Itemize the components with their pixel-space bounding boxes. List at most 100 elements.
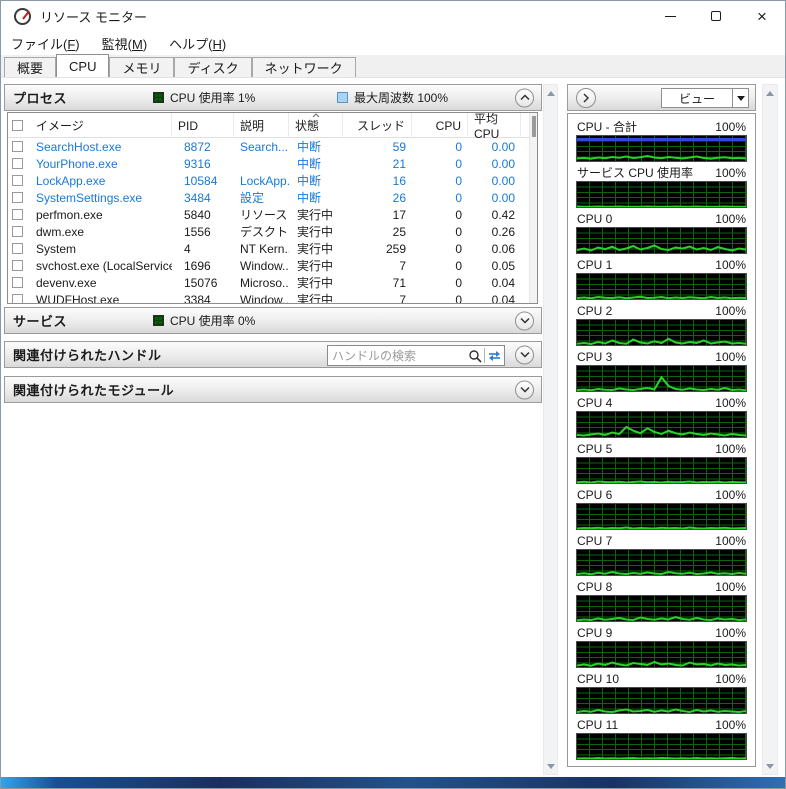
cpu-usage-graph (576, 319, 747, 346)
row-checkbox[interactable] (12, 192, 23, 203)
cell-image: dwm.exe (30, 225, 172, 239)
table-row[interactable]: devenv.exe15076Microso...実行中7100.04 (8, 274, 537, 291)
cell-threads: 7 (343, 293, 412, 305)
cell-status: 実行中 (289, 257, 343, 274)
scroll-down-button[interactable] (544, 758, 557, 774)
row-checkbox[interactable] (12, 260, 23, 271)
row-checkbox[interactable] (12, 141, 23, 152)
tab-CPU[interactable]: CPU (56, 54, 109, 77)
cpu-graph-unit: CPU 2100% (576, 302, 747, 346)
column-header-image[interactable]: イメージ (30, 113, 172, 138)
triangle-up-icon (547, 91, 555, 96)
menu-item-2[interactable]: ヘルプ(H) (169, 34, 226, 53)
modules-section-header[interactable]: 関連付けられたモジュール (4, 376, 542, 403)
table-row[interactable]: perfmon.exe5840リソースと...実行中1700.42 (8, 206, 537, 223)
cell-cpu: 0 (412, 259, 468, 273)
cell-threads: 7 (343, 259, 412, 273)
cpu-usage-graph (576, 641, 747, 668)
view-button[interactable]: ビュー (661, 88, 749, 108)
cell-image: svchost.exe (LocalService -p) (30, 259, 172, 273)
graph-title: CPU 1 (577, 258, 612, 272)
cpu-trace (577, 136, 746, 161)
row-checkbox[interactable] (12, 226, 23, 237)
graph-label-row: CPU 8100% (576, 578, 747, 595)
minimize-button[interactable] (647, 1, 693, 31)
maximize-button[interactable] (693, 1, 739, 31)
cell-desc: Window... (234, 259, 289, 273)
graphs-scrollbar[interactable] (762, 84, 778, 775)
select-all-checkbox[interactable] (12, 120, 23, 131)
search-icon[interactable] (468, 349, 482, 363)
scroll-down-button[interactable] (763, 758, 777, 774)
graph-title: CPU 4 (577, 396, 612, 410)
table-row[interactable]: YourPhone.exe9316中断2100.00 (8, 155, 537, 172)
graph-scale-label: 100% (715, 488, 746, 502)
table-row[interactable]: WUDFHost.exe3384Window...実行中700.04 (8, 291, 537, 304)
row-checkbox[interactable] (12, 158, 23, 169)
column-header-threads[interactable]: スレッド (343, 113, 412, 138)
tab-メモリ[interactable]: メモリ (109, 57, 174, 77)
column-header-pid[interactable]: PID (172, 113, 234, 138)
table-row[interactable]: svchost.exe (LocalService -p)1696Window.… (8, 257, 537, 274)
cell-threads: 17 (343, 208, 412, 222)
process-collapse-button[interactable] (515, 88, 534, 107)
process-section-header[interactable]: プロセス CPU 使用率 1% 最大周波数 100% (4, 84, 542, 111)
cell-pid: 5840 (172, 208, 234, 222)
services-section-header[interactable]: サービス CPU 使用率 0% (4, 307, 542, 334)
table-row[interactable]: SearchHost.exe8872Search...中断5900.00 (8, 138, 537, 155)
process-table-scrollbar-thumb[interactable] (532, 116, 536, 137)
cell-pid: 3384 (172, 293, 234, 305)
row-checkbox-cell (8, 243, 30, 254)
services-expand-button[interactable] (515, 311, 534, 330)
tab-ディスク[interactable]: ディスク (174, 57, 251, 77)
search-divider (484, 348, 485, 363)
table-row[interactable]: SystemSettings.exe3484設定中断2600.00 (8, 189, 537, 206)
row-checkbox[interactable] (12, 209, 23, 220)
column-header-status[interactable]: 状態 (289, 113, 343, 138)
cell-pid: 4 (172, 242, 234, 256)
row-checkbox[interactable] (12, 277, 23, 288)
row-checkbox[interactable] (12, 175, 23, 186)
graph-label-row: CPU 1100% (576, 256, 747, 273)
handle-search-input[interactable] (328, 349, 468, 363)
row-checkbox[interactable] (12, 294, 23, 304)
graphs-panel-collapse-button[interactable] (576, 88, 596, 108)
chevron-down-icon (520, 387, 530, 393)
graph-label-row: CPU 9100% (576, 624, 747, 641)
close-button[interactable]: × (739, 1, 785, 31)
table-row[interactable]: LockApp.exe10584LockApp...中断1600.00 (8, 172, 537, 189)
menu-item-0[interactable]: ファイル(F) (11, 34, 80, 53)
cell-image: LockApp.exe (30, 174, 172, 188)
tab-概要[interactable]: 概要 (4, 57, 56, 77)
cell-threads: 16 (343, 174, 412, 188)
graph-title: サービス CPU 使用率 (577, 164, 693, 181)
cell-cpu: 0 (412, 140, 468, 154)
menu-item-1[interactable]: 監視(M) (102, 34, 148, 53)
view-dropdown-button[interactable] (732, 89, 748, 107)
refresh-search-icon[interactable] (487, 349, 502, 363)
handles-expand-button[interactable] (515, 345, 534, 364)
cell-avg: 0.00 (468, 191, 521, 205)
cell-avg: 0.06 (468, 242, 521, 256)
left-pane-scrollbar[interactable] (543, 84, 558, 775)
handles-section-title: 関連付けられたハンドル (13, 345, 162, 364)
cell-avg: 0.04 (468, 276, 521, 290)
modules-expand-button[interactable] (515, 380, 534, 399)
row-checkbox[interactable] (12, 243, 23, 254)
column-header-avg[interactable]: 平均 CPU (468, 113, 521, 138)
column-header-cpu[interactable]: CPU (412, 113, 468, 138)
scroll-up-button[interactable] (763, 85, 777, 101)
column-header-desc[interactable]: 説明 (234, 113, 289, 138)
handles-section-header[interactable]: 関連付けられたハンドル (4, 341, 542, 368)
cell-pid: 10584 (172, 174, 234, 188)
table-row[interactable]: System4NT Kern...実行中25900.06 (8, 240, 537, 257)
blue-legend-icon (337, 92, 348, 103)
table-row[interactable]: dwm.exe1556デスクトッ...実行中2500.26 (8, 223, 537, 240)
cpu-usage-graph (576, 181, 747, 208)
cpu-graph-unit: CPU 10100% (576, 670, 747, 714)
services-section-title: サービス (13, 311, 67, 330)
cpu-trace (577, 734, 746, 759)
process-table-scrollbar[interactable] (529, 113, 537, 303)
tab-ネットワーク[interactable]: ネットワーク (252, 57, 356, 77)
scroll-up-button[interactable] (544, 85, 557, 101)
